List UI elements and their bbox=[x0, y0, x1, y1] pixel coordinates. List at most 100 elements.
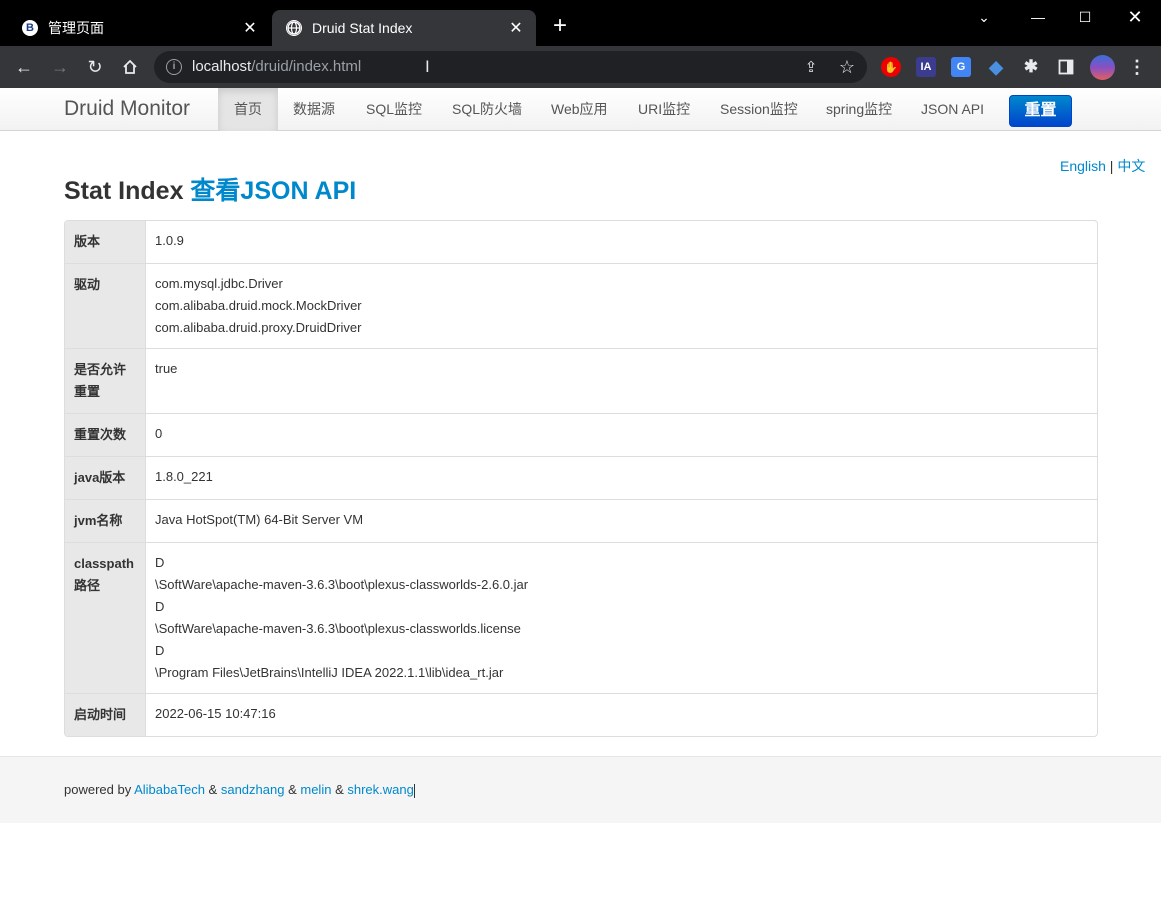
footer-sep: & bbox=[204, 782, 221, 797]
row-label: jvm名称 bbox=[65, 500, 146, 542]
nav-home[interactable]: 首页 bbox=[218, 88, 278, 131]
value-line: \Program Files\JetBrains\IntelliJ IDEA 2… bbox=[155, 665, 504, 680]
row-label: 版本 bbox=[65, 221, 146, 263]
value-line: 1.8.0_221 bbox=[155, 469, 213, 484]
b-logo-icon: B bbox=[22, 20, 38, 36]
new-tab-button[interactable]: + bbox=[548, 14, 572, 39]
more-menu-icon[interactable]: ⋮ bbox=[1127, 57, 1147, 77]
puzzle-icon[interactable]: ✱ bbox=[1021, 57, 1041, 77]
value-line: com.alibaba.druid.mock.MockDriver bbox=[155, 298, 362, 313]
value-line: D bbox=[155, 555, 165, 570]
browser-toolbar: ← → ↻ i localhost/druid/index.html Ⅰ ⇪ ☆… bbox=[0, 46, 1161, 88]
value-line: \SoftWare\apache-maven-3.6.3\boot\plexus… bbox=[155, 577, 529, 592]
translate-extension-icon[interactable]: G bbox=[951, 57, 971, 77]
brand[interactable]: Druid Monitor bbox=[64, 97, 190, 121]
row-label: 启动时间 bbox=[65, 694, 146, 736]
page-title-text: Stat Index bbox=[64, 177, 191, 205]
language-switch: English | 中文 bbox=[1060, 156, 1145, 176]
lang-separator: | bbox=[1105, 158, 1118, 174]
nav-json-api[interactable]: JSON API bbox=[905, 88, 1000, 131]
value-line: true bbox=[155, 361, 178, 376]
globe-icon bbox=[286, 20, 302, 36]
footer-link-alibabatech[interactable]: AlibabaTech bbox=[134, 782, 205, 797]
url-text: localhost/druid/index.html bbox=[192, 58, 362, 75]
forward-arrow-icon[interactable]: → bbox=[48, 55, 72, 79]
row-label: 驱动 bbox=[65, 264, 146, 348]
back-arrow-icon[interactable]: ← bbox=[12, 55, 36, 79]
footer-sep: & bbox=[284, 782, 301, 797]
druid-navbar: Druid Monitor 首页 数据源 SQL监控 SQL防火墙 Web应用 … bbox=[0, 88, 1161, 131]
row-label: 重置次数 bbox=[65, 414, 146, 456]
text-cursor-icon: Ⅰ bbox=[425, 59, 430, 76]
avatar[interactable] bbox=[1090, 55, 1115, 80]
value-line: \SoftWare\apache-maven-3.6.3\boot\plexus… bbox=[155, 621, 521, 636]
table-row: 启动时间 2022-06-15 10:47:16 bbox=[65, 693, 1097, 736]
nav-spring-monitor[interactable]: spring监控 bbox=[810, 88, 908, 131]
tab-title: Druid Stat Index bbox=[312, 20, 413, 36]
row-label: 是否允许重置 bbox=[65, 349, 146, 413]
row-value: true bbox=[146, 349, 1097, 413]
view-json-api-link[interactable]: 查看JSON API bbox=[190, 177, 356, 205]
footer-sep: & bbox=[331, 782, 348, 797]
value-line: com.mysql.jdbc.Driver bbox=[155, 276, 283, 291]
nav-datasource[interactable]: 数据源 bbox=[277, 88, 351, 131]
page-title: Stat Index 查看JSON API bbox=[64, 171, 356, 207]
tab-search-icon[interactable]: ⌄ bbox=[961, 4, 1007, 30]
nav-uri-monitor[interactable]: URI监控 bbox=[622, 88, 706, 131]
row-value: Java HotSpot(TM) 64-Bit Server VM bbox=[146, 500, 1097, 542]
footer-link-sandzhang[interactable]: sandzhang bbox=[221, 782, 285, 797]
lang-english-link[interactable]: English bbox=[1060, 158, 1106, 174]
hand-extension-icon[interactable]: ✋ bbox=[881, 57, 901, 77]
row-value: 2022-06-15 10:47:16 bbox=[146, 694, 1097, 736]
close-icon[interactable]: ✕ bbox=[506, 18, 526, 38]
footer: powered by AlibabaTech & sandzhang & mel… bbox=[0, 756, 1161, 823]
tab-admin[interactable]: B 管理页面 ✕ bbox=[8, 10, 270, 46]
footer-text: powered by AlibabaTech & sandzhang & mel… bbox=[64, 782, 415, 798]
tab-druid-stat[interactable]: Druid Stat Index ✕ bbox=[272, 10, 536, 46]
footer-link-shrek-wang[interactable]: shrek.wang bbox=[347, 782, 413, 797]
value-line: 2022-06-15 10:47:16 bbox=[155, 706, 276, 721]
footer-prefix: powered by bbox=[64, 782, 135, 797]
close-icon[interactable]: ✕ bbox=[240, 18, 260, 38]
row-value: com.mysql.jdbc.Driver com.alibaba.druid.m… bbox=[146, 264, 1097, 348]
value-line: com.alibaba.druid.proxy.DruidDriver bbox=[155, 320, 362, 335]
table-row: 驱动 com.mysql.jdbc.Driver com.alibaba.druid… bbox=[65, 263, 1097, 348]
row-value: 0 bbox=[146, 414, 1097, 456]
value-line: D bbox=[155, 599, 165, 614]
ia-extension-icon[interactable]: IA bbox=[916, 57, 936, 77]
info-icon[interactable]: i bbox=[166, 59, 182, 75]
browser-tabstrip: B 管理页面 ✕ Druid Stat Index ✕ + ⌄ — ☐ ✕ bbox=[0, 0, 1161, 46]
share-icon[interactable]: ⇪ bbox=[799, 55, 823, 79]
shield-extension-icon[interactable]: ◆ bbox=[986, 57, 1006, 77]
reset-button[interactable]: 重置 bbox=[1009, 95, 1072, 127]
nav-session-monitor[interactable]: Session监控 bbox=[704, 88, 814, 131]
value-line: D bbox=[155, 643, 165, 658]
minimize-button[interactable]: — bbox=[1015, 4, 1061, 30]
table-row: classpath路径 D \SoftWare\apache-maven-3.6.3… bbox=[65, 542, 1097, 693]
value-line: Java HotSpot(TM) 64-Bit Server VM bbox=[155, 512, 364, 527]
footer-link-melin[interactable]: melin bbox=[300, 782, 331, 797]
row-label: classpath路径 bbox=[65, 543, 146, 693]
value-line: 1.0.9 bbox=[155, 233, 184, 248]
maximize-button[interactable]: ☐ bbox=[1062, 4, 1108, 30]
tab-title: 管理页面 bbox=[48, 20, 104, 36]
row-value: 1.8.0_221 bbox=[146, 457, 1097, 499]
nav-web-app[interactable]: Web应用 bbox=[535, 88, 624, 131]
nav-sql-firewall[interactable]: SQL防火墙 bbox=[436, 88, 538, 131]
value-line: 0 bbox=[155, 426, 163, 441]
home-icon[interactable] bbox=[118, 55, 142, 79]
reload-icon[interactable]: ↻ bbox=[83, 55, 107, 79]
table-row: jvm名称 Java HotSpot(TM) 64-Bit Server VM bbox=[65, 499, 1097, 542]
table-row: 是否允许重置 true bbox=[65, 348, 1097, 413]
lang-chinese-link[interactable]: 中文 bbox=[1117, 158, 1145, 174]
side-panel-icon[interactable] bbox=[1056, 57, 1076, 77]
close-window-button[interactable]: ✕ bbox=[1112, 4, 1158, 30]
table-row: java版本 1.8.0_221 bbox=[65, 456, 1097, 499]
row-label: java版本 bbox=[65, 457, 146, 499]
table-row: 版本 1.0.9 bbox=[65, 221, 1097, 263]
row-value: 1.0.9 bbox=[146, 221, 1097, 263]
star-icon[interactable]: ☆ bbox=[835, 55, 859, 79]
stat-table: 版本 1.0.9 驱动 com.mysql.jdbc.Driver com.alibab… bbox=[64, 220, 1098, 737]
nav-sql-monitor[interactable]: SQL监控 bbox=[350, 88, 438, 131]
address-bar[interactable]: i localhost/druid/index.html Ⅰ ⇪ ☆ bbox=[154, 51, 867, 83]
